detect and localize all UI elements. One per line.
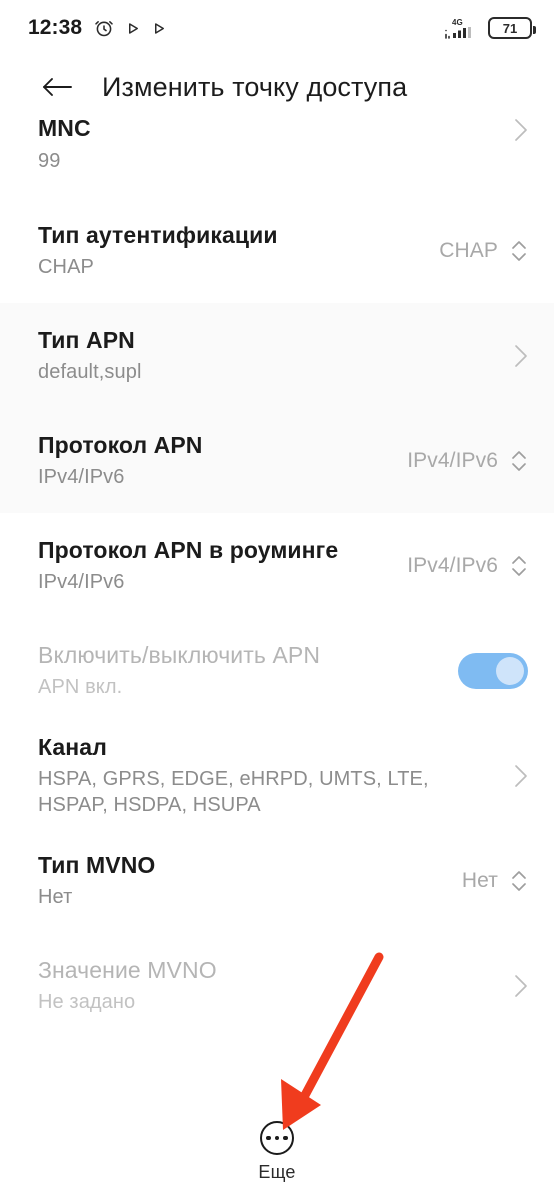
status-bar-right: 4G 71 bbox=[445, 16, 536, 40]
list-item-subtitle: 99 bbox=[38, 149, 61, 172]
alarm-clock-icon bbox=[93, 17, 115, 39]
list-item-subtitle: Нет bbox=[38, 886, 73, 909]
bottom-bar: Еще bbox=[0, 1104, 554, 1200]
list-item[interactable]: Включить/выключить APN APN вкл. bbox=[0, 618, 554, 723]
list-item[interactable]: Канал HSPA, GPRS, EDGE, eHRPD, UMTS, LTE,… bbox=[0, 723, 554, 828]
list-item-text: Тип MVNO Нет bbox=[38, 851, 462, 911]
app-bar: Изменить точку доступа bbox=[0, 56, 554, 118]
list-item-text: Протокол APN IPv4/IPv6 bbox=[38, 431, 407, 491]
list-item-subtitle: CHAP bbox=[38, 256, 94, 279]
list-item-text: Канал HSPA, GPRS, EDGE, eHRPD, UMTS, LTE,… bbox=[38, 733, 514, 819]
battery-percent: 71 bbox=[502, 20, 518, 36]
back-button[interactable] bbox=[36, 66, 78, 108]
list-item-title: MNC bbox=[38, 115, 91, 141]
list-item-text: Протокол APN в роуминге IPv4/IPv6 bbox=[38, 536, 407, 596]
spinner-icon bbox=[510, 552, 528, 580]
list-item-title: Включить/выключить APN bbox=[38, 641, 321, 668]
list-item[interactable]: Протокол APN в роуминге IPv4/IPv6 IPv4/IPv… bbox=[0, 513, 554, 618]
list-item-text: Тип APN default,supl bbox=[38, 326, 514, 386]
list-item[interactable]: Протокол APN IPv4/IPv6 IPv4/IPv6 bbox=[0, 408, 554, 513]
list-item-title: Протокол APN в роуминге bbox=[38, 536, 339, 563]
list-item-subtitle: IPv4/IPv6 bbox=[38, 466, 125, 489]
list-item-text: Включить/выключить APN APN вкл. bbox=[38, 641, 458, 701]
list-item-value: CHAP bbox=[439, 238, 498, 262]
settings-list: MNC 99 Тип аутентификации CHAP CHAP Тип APN de… bbox=[0, 115, 554, 1038]
list-item-subtitle: APN вкл. bbox=[38, 676, 123, 699]
list-item-value: Нет bbox=[461, 868, 498, 892]
list-item[interactable]: Значение MVNO Не задано bbox=[0, 933, 554, 1038]
apn-enable-toggle[interactable] bbox=[458, 652, 528, 689]
list-item-text: Тип аутентификации CHAP bbox=[38, 221, 439, 281]
phone-screen: 12:38 4G 71 Изменить точку доступа MNC 9… bbox=[0, 0, 554, 1200]
spinner-icon bbox=[510, 237, 528, 265]
back-arrow-icon bbox=[41, 75, 73, 99]
list-item[interactable]: Тип MVNO Нет Нет bbox=[0, 828, 554, 933]
chevron-right-icon bbox=[514, 344, 528, 368]
chevron-right-icon bbox=[514, 764, 528, 788]
list-item-title: Тип MVNO bbox=[38, 851, 156, 878]
list-item-title: Значение MVNO bbox=[38, 956, 217, 983]
list-item-text: MNC 99 bbox=[38, 114, 514, 174]
play-triangle-icon bbox=[126, 21, 141, 36]
chevron-right-icon bbox=[514, 118, 528, 142]
list-item-title: Тип APN bbox=[38, 326, 135, 353]
list-item[interactable]: Тип APN default,supl bbox=[0, 303, 554, 408]
list-item-subtitle: Не задано bbox=[38, 991, 136, 1014]
spinner-icon bbox=[510, 447, 528, 475]
list-item-title: Тип аутентификации bbox=[38, 221, 278, 248]
battery-icon: 71 bbox=[488, 17, 536, 39]
more-button-label: Еще bbox=[258, 1162, 296, 1182]
spinner-icon bbox=[510, 867, 528, 895]
list-item-subtitle: default,supl bbox=[38, 361, 142, 384]
signal-4g-icon: 4G bbox=[445, 16, 479, 40]
play-triangle-icon bbox=[152, 21, 167, 36]
chevron-right-icon bbox=[514, 974, 528, 998]
more-dots-icon bbox=[266, 1135, 288, 1141]
list-item-title: Канал bbox=[38, 733, 107, 760]
svg-text:4G: 4G bbox=[452, 18, 463, 27]
list-item[interactable]: MNC 99 bbox=[0, 115, 554, 198]
status-bar: 12:38 4G 71 bbox=[0, 0, 554, 56]
list-item-text: Значение MVNO Не задано bbox=[38, 956, 514, 1016]
more-button[interactable] bbox=[260, 1121, 294, 1155]
list-item-title: Протокол APN bbox=[38, 431, 203, 458]
page-title: Изменить точку доступа bbox=[102, 71, 408, 102]
list-item-value: IPv4/IPv6 bbox=[407, 553, 498, 577]
list-item[interactable]: Тип аутентификации CHAP CHAP bbox=[0, 198, 554, 303]
list-item-subtitle: HSPA, GPRS, EDGE, eHRPD, UMTS, LTE, HSPA… bbox=[38, 768, 429, 817]
status-bar-left: 12:38 bbox=[28, 16, 167, 40]
list-item-value: IPv4/IPv6 bbox=[407, 448, 498, 472]
list-item-subtitle: IPv4/IPv6 bbox=[38, 571, 125, 594]
status-bar-clock: 12:38 bbox=[28, 16, 83, 39]
